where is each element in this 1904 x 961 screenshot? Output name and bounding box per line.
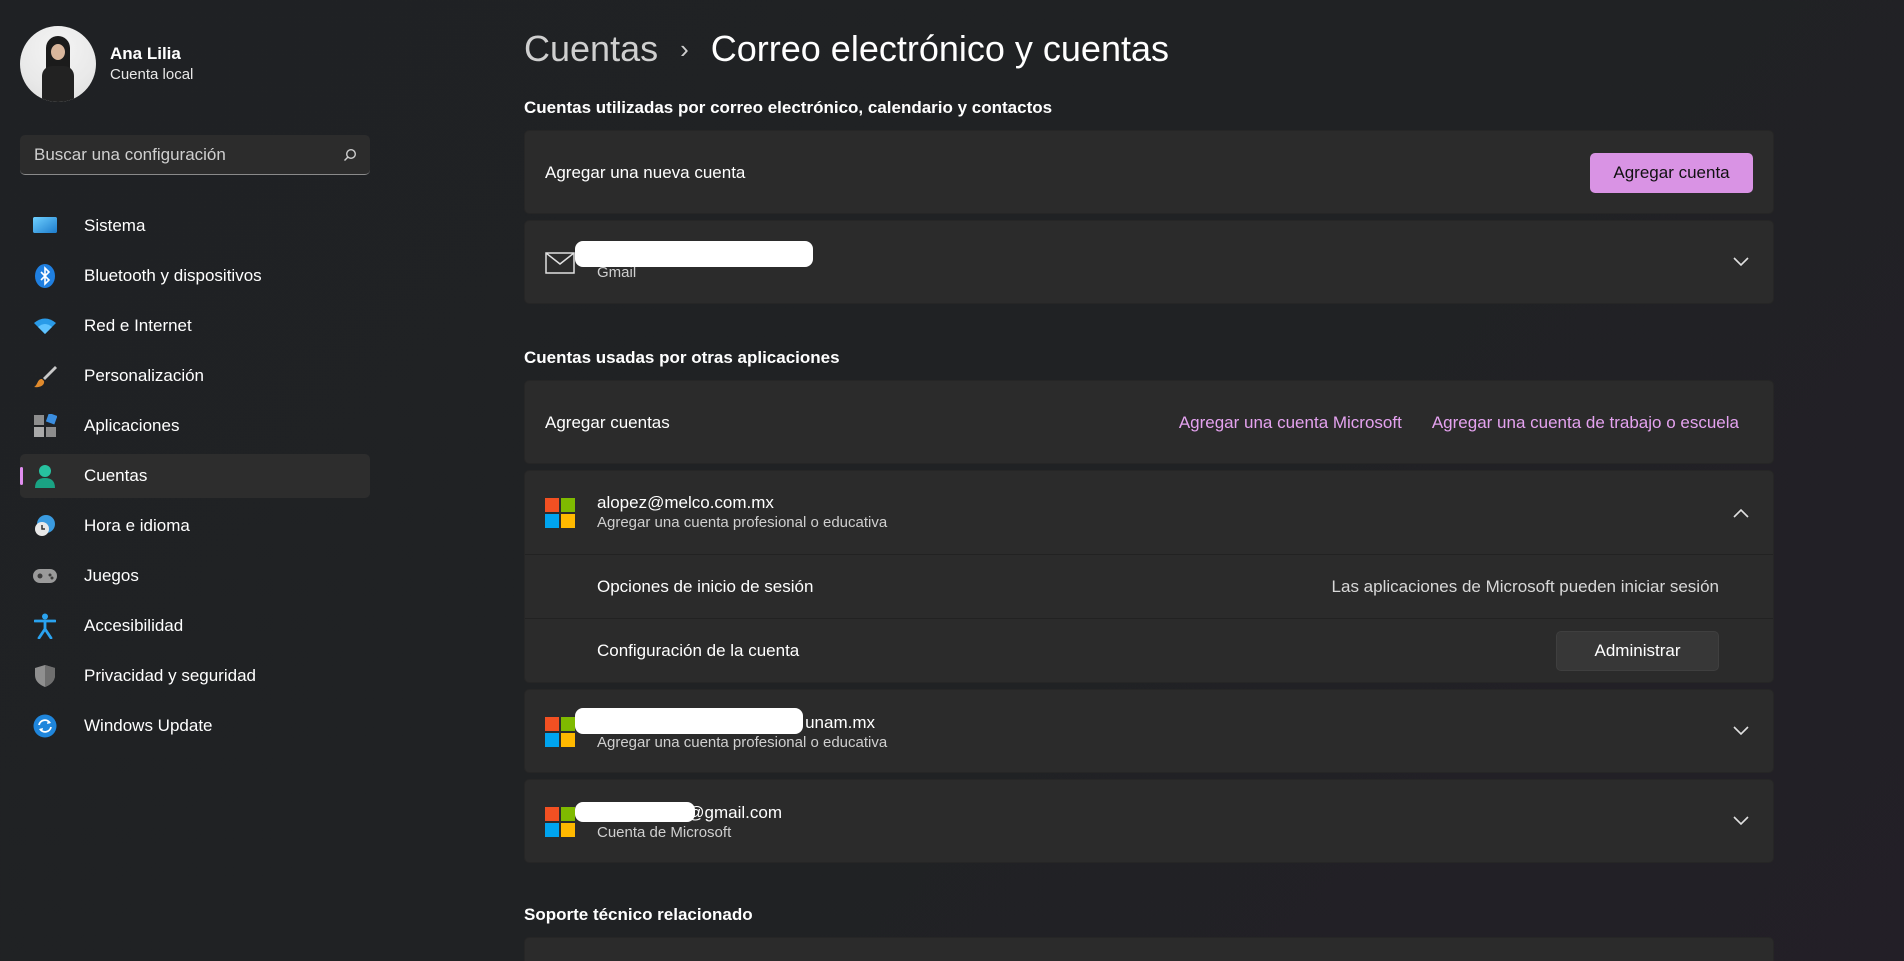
account-config-row: Configuración de la cuenta Administrar (525, 619, 1773, 683)
breadcrumb-parent[interactable]: Cuentas (524, 28, 658, 70)
sidebar-item-label: Windows Update (84, 716, 213, 735)
microsoft-logo-icon (545, 807, 575, 837)
sidebar-item-label: Personalización (84, 366, 205, 385)
account-type: Agregar una cuenta profesional o educati… (597, 733, 888, 751)
chevron-down-icon[interactable] (1729, 250, 1753, 274)
sidebar-item-red[interactable]: Red e Internet (20, 304, 370, 348)
microsoft-logo-icon (545, 717, 575, 747)
redaction-mark (575, 708, 803, 734)
redaction-mark (575, 241, 813, 267)
sidebar-item-label: Privacidad y seguridad (84, 666, 256, 685)
search-placeholder: Buscar una configuración (34, 144, 226, 164)
sidebar-item-windows-update[interactable]: Windows Update (20, 704, 370, 748)
sidebar-item-aplicaciones[interactable]: Aplicaciones (20, 404, 370, 448)
chevron-down-icon[interactable] (1729, 719, 1753, 743)
microsoft-logo-icon (545, 497, 575, 528)
sidebar-item-juegos[interactable]: Juegos (20, 554, 370, 598)
profile-account-type: Cuenta local (110, 66, 194, 83)
sidebar: Ana Lilia Cuenta local Buscar una config… (0, 0, 390, 961)
sidebar-item-cuentas[interactable]: Cuentas (20, 454, 370, 498)
bluetooth-icon (32, 263, 58, 289)
unam-account-card[interactable]: unam.mx Agregar una cuenta profesional o… (524, 689, 1774, 773)
sidebar-item-label: Aplicaciones (84, 416, 180, 435)
sidebar-item-label: Juegos (84, 566, 139, 585)
sidebar-item-privacidad[interactable]: Privacidad y seguridad (20, 654, 370, 698)
accounts-icon (32, 463, 58, 489)
gamepad-icon (32, 563, 58, 589)
gmail-microsoft-account-card[interactable]: @gmail.com Cuenta de Microsoft (524, 779, 1774, 863)
add-new-account-label: Agregar una nueva cuenta (545, 163, 746, 182)
sidebar-item-bluetooth[interactable]: Bluetooth y dispositivos (20, 254, 370, 298)
search-icon[interactable] (330, 148, 370, 162)
profile-name: Ana Lilia (110, 44, 181, 63)
account-type: Agregar una cuenta profesional o educati… (597, 514, 888, 531)
sidebar-item-accesibilidad[interactable]: Accesibilidad (20, 604, 370, 648)
chevron-down-icon[interactable] (1729, 809, 1753, 833)
mail-icon (545, 251, 577, 275)
account-config-label: Configuración de la cuenta (597, 641, 800, 660)
page-title: Correo electrónico y cuentas (710, 28, 1169, 69)
signin-options-value: Las aplicaciones de Microsoft pueden ini… (1331, 576, 1719, 596)
account-email: alopez@melco.com.mx (597, 493, 774, 512)
update-icon (32, 713, 58, 739)
add-accounts-card: Agregar cuentas Agregar una cuenta Micro… (524, 380, 1774, 464)
user-profile[interactable]: Ana Lilia Cuenta local (20, 26, 193, 102)
sidebar-item-label: Sistema (84, 216, 146, 235)
account-type: Cuenta de Microsoft (597, 823, 732, 841)
add-new-account-card: Agregar una nueva cuenta Agregar cuenta (524, 130, 1774, 214)
add-account-button[interactable]: Agregar cuenta (1590, 153, 1753, 193)
work-account-expanded-card: alopez@melco.com.mx Agregar una cuenta p… (524, 470, 1774, 683)
shield-icon (32, 663, 58, 689)
sidebar-nav: Sistema Bluetooth y dispositivos Red e I… (20, 204, 370, 754)
manage-button[interactable]: Administrar (1556, 631, 1719, 671)
sidebar-item-personalizacion[interactable]: Personalización (20, 354, 370, 398)
support-section-title: Soporte técnico relacionado (524, 905, 753, 924)
redaction-mark (575, 802, 695, 822)
add-work-account-link[interactable]: Agregar una cuenta de trabajo o escuela (1432, 413, 1739, 433)
sidebar-item-label: Accesibilidad (84, 616, 184, 635)
signin-options-row: Opciones de inicio de sesión Las aplicac… (525, 555, 1773, 619)
apps-icon (32, 413, 58, 439)
sidebar-item-sistema[interactable]: Sistema (20, 204, 370, 248)
clock-globe-icon (32, 513, 58, 539)
brush-icon (32, 363, 58, 389)
work-account-header[interactable]: alopez@melco.com.mx Agregar una cuenta p… (525, 471, 1773, 555)
apps-section-title: Cuentas usadas por otras aplicaciones (524, 348, 840, 367)
sidebar-item-hora[interactable]: Hora e idioma (20, 504, 370, 548)
sidebar-item-label: Red e Internet (84, 316, 192, 335)
support-card[interactable] (524, 937, 1774, 961)
breadcrumb-separator: › (680, 33, 689, 64)
sidebar-item-label: Cuentas (84, 466, 148, 485)
chevron-up-icon[interactable] (1729, 501, 1753, 525)
add-accounts-label: Agregar cuentas (545, 413, 670, 432)
add-microsoft-account-link[interactable]: Agregar una cuenta Microsoft (1179, 413, 1402, 433)
breadcrumb: Cuentas › Correo electrónico y cuentas (524, 28, 1169, 70)
system-icon (32, 213, 58, 239)
sidebar-item-label: Hora e idioma (84, 516, 190, 535)
email-section-title: Cuentas utilizadas por correo electrónic… (524, 98, 1053, 117)
sidebar-item-label: Bluetooth y dispositivos (84, 266, 262, 285)
avatar (20, 26, 96, 102)
accessibility-icon (32, 613, 58, 639)
wifi-icon (32, 313, 58, 339)
signin-options-label: Opciones de inicio de sesión (597, 576, 814, 596)
gmail-account-card[interactable]: Gmail (524, 220, 1774, 304)
search-input[interactable]: Buscar una configuración (20, 135, 370, 175)
